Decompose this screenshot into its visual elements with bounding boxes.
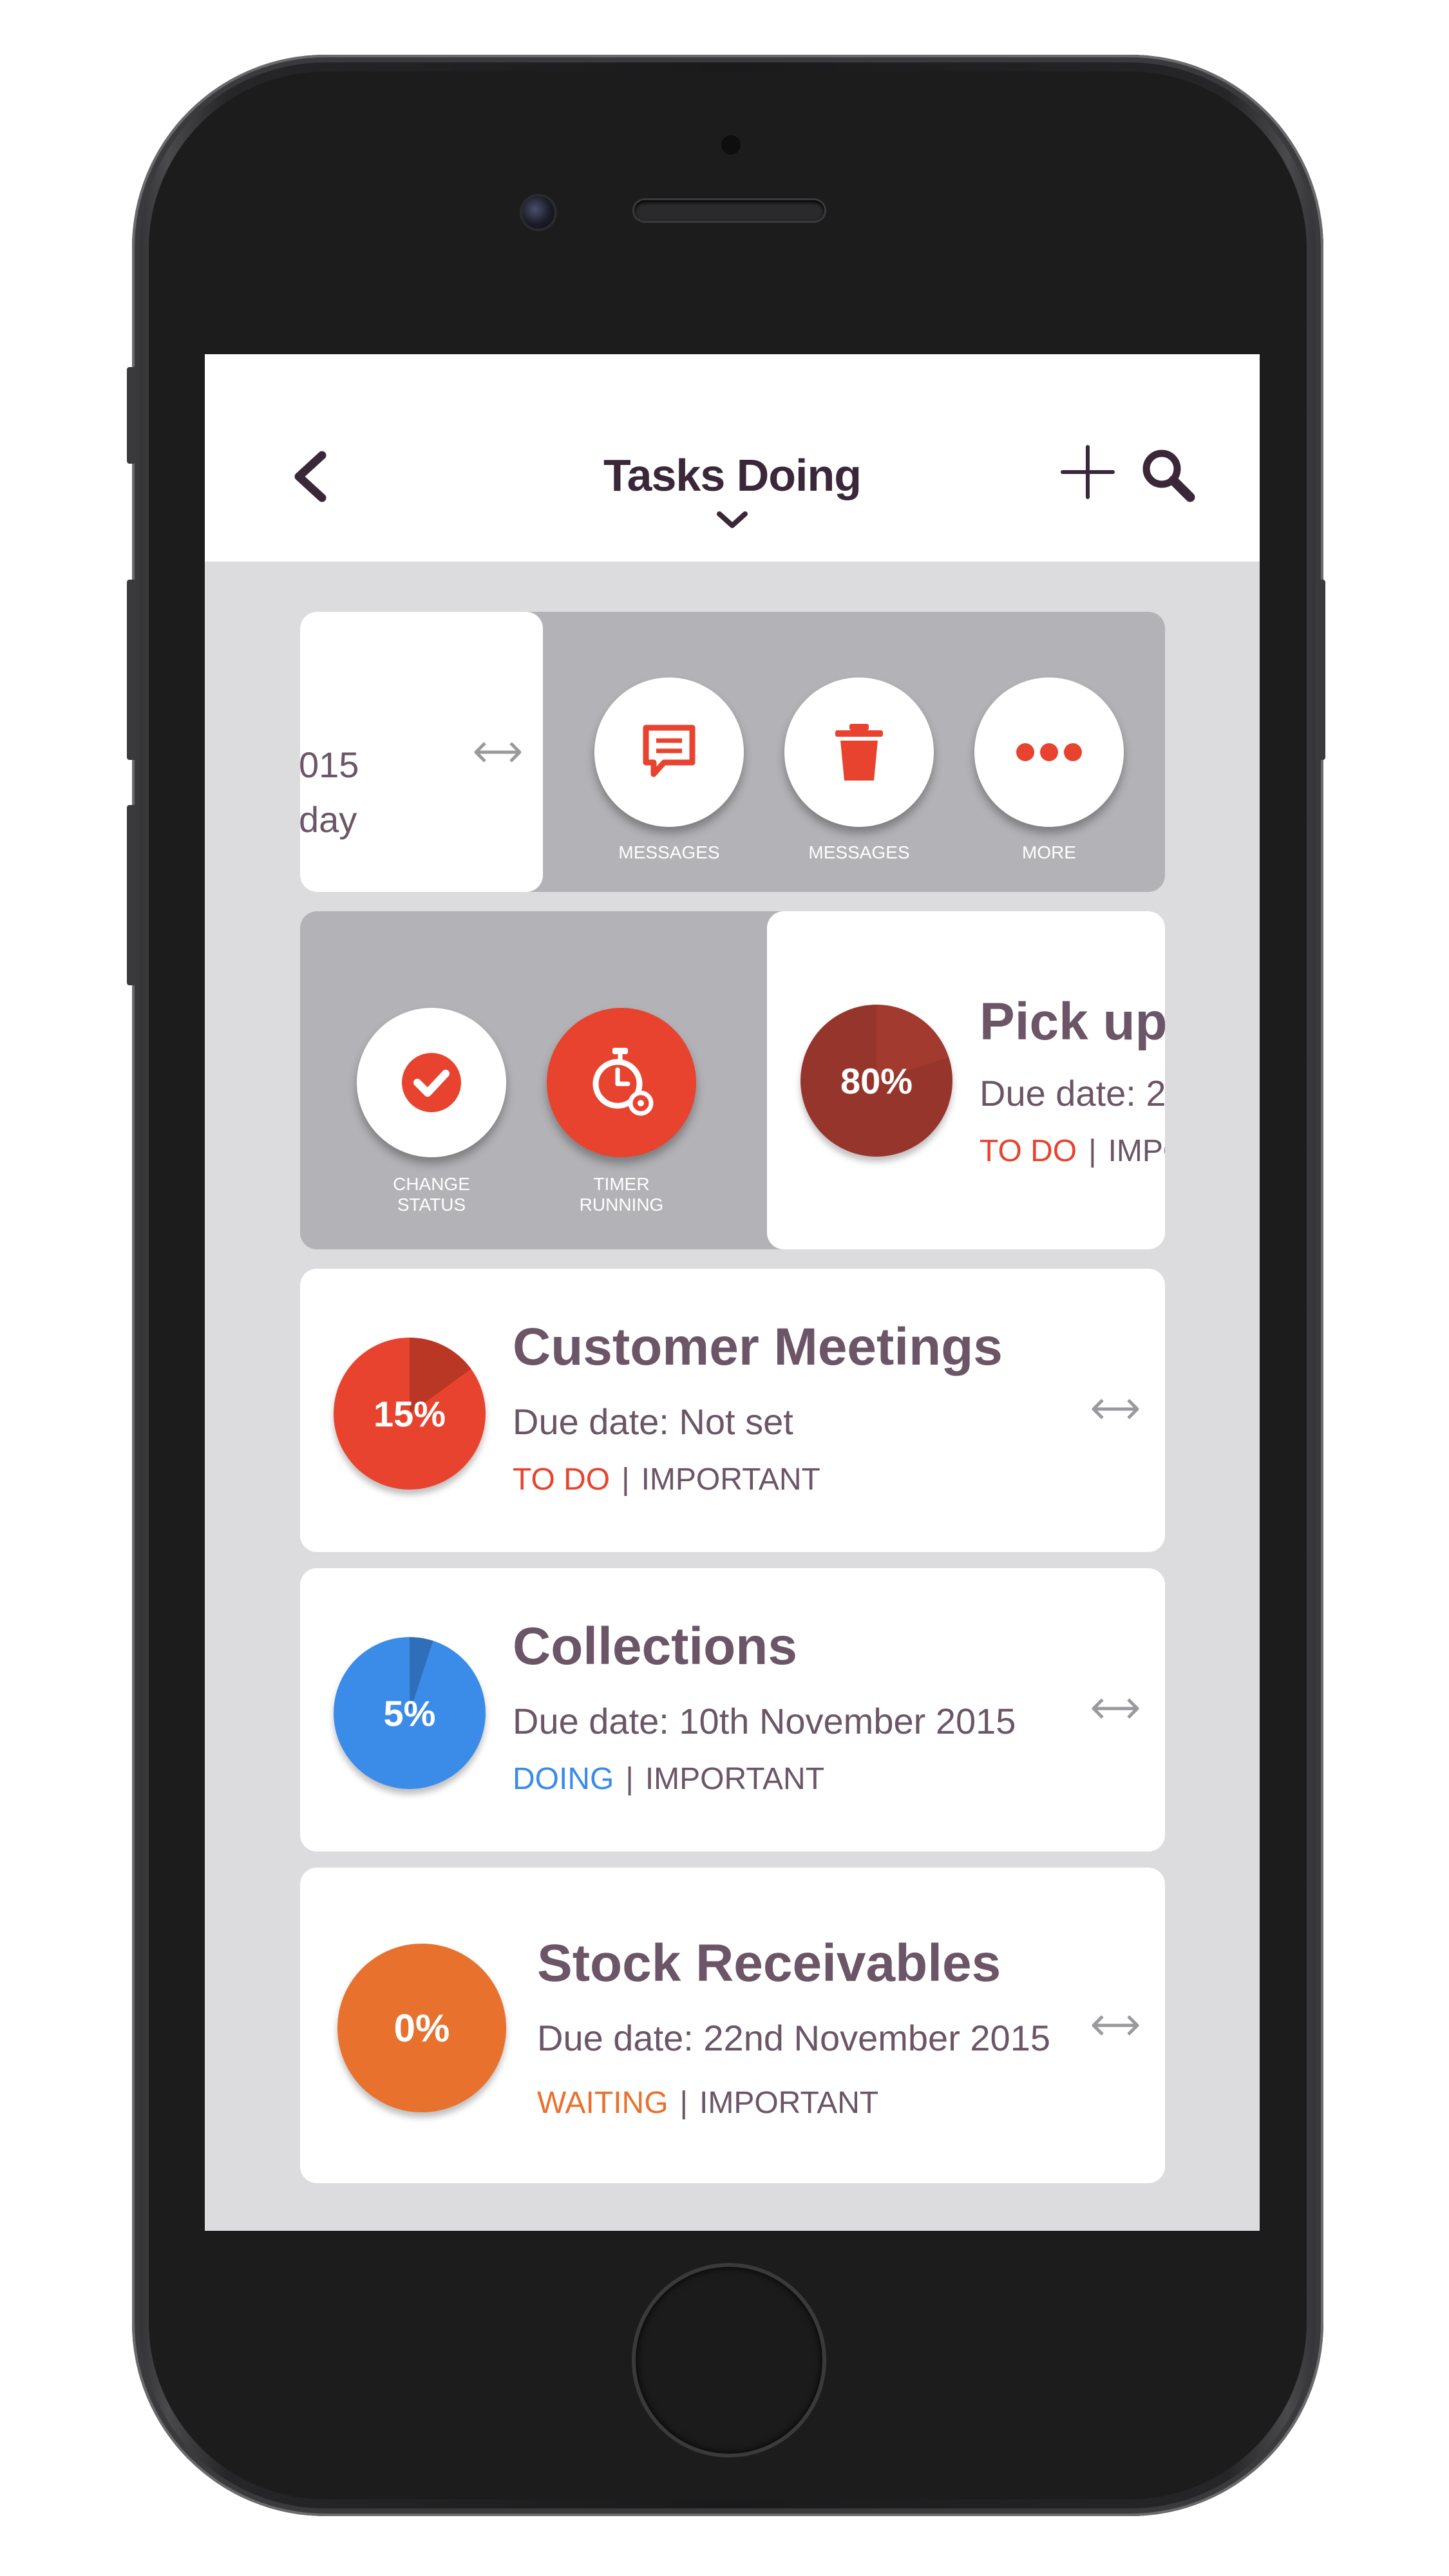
task-title: Customer Meetings	[513, 1318, 1003, 1376]
priority-label: IMPORTANT	[645, 1762, 825, 1796]
swipe-arrows-icon[interactable]	[1088, 1696, 1142, 1721]
progress-pie: 15%	[334, 1338, 486, 1490]
due-date: Due date: 10th November 2015	[513, 1701, 1016, 1741]
status-label: TO DO	[980, 1134, 1077, 1168]
priority-label: IMPORTANT	[641, 1463, 820, 1497]
task-card[interactable]: 0% Stock Receivables Due date: 22nd Nove…	[300, 1868, 1165, 2183]
messages-label: MESSAGES	[618, 842, 720, 862]
chevron-down-icon[interactable]	[713, 507, 752, 533]
more-button[interactable]	[974, 677, 1124, 827]
messages-button[interactable]	[594, 677, 744, 827]
progress-label: 5%	[383, 1692, 436, 1734]
volume-up-button	[127, 580, 137, 760]
progress-label: 15%	[373, 1393, 446, 1434]
message-icon	[643, 724, 696, 777]
task-title: Stock Receivables	[537, 1934, 1001, 1993]
task-card[interactable]: 5% Collections Due date: 10th November 2…	[300, 1568, 1165, 1852]
timer-running-label: TIMER RUNNING	[579, 1174, 664, 1215]
due-date: Due date: 2	[980, 1073, 1165, 1113]
progress-label: 80%	[840, 1060, 913, 1101]
power-button	[1315, 580, 1325, 760]
timer-icon	[592, 1048, 654, 1116]
task-title: Collections	[513, 1617, 797, 1676]
swipe-arrows-icon[interactable]	[1088, 2012, 1142, 2038]
earpiece-speaker	[634, 200, 824, 221]
front-camera	[522, 196, 554, 229]
task-card-partial[interactable]: 015 day	[300, 612, 543, 892]
volume-down-button	[127, 805, 137, 985]
change-status-label: CHANGE STATUS	[393, 1174, 470, 1215]
add-icon[interactable]	[1060, 444, 1115, 500]
due-date: Due date: Not set	[513, 1401, 793, 1442]
app-screen: Tasks Doing 015 day MESSAGES MESSAGES MO…	[205, 354, 1260, 2231]
task-title: Pick up	[980, 992, 1165, 1051]
delete-button[interactable]	[784, 677, 934, 827]
swipe-arrows-icon[interactable]	[471, 739, 525, 765]
proximity-sensor	[721, 135, 741, 155]
task-card-actions-revealed[interactable]: 015 day MESSAGES MESSAGES MORE	[300, 612, 1165, 892]
task-meta: TO DO|IMPO	[980, 1133, 1165, 1169]
more-label: MORE	[1022, 842, 1076, 862]
delete-label: MESSAGES	[808, 842, 910, 862]
progress-pie: 5%	[334, 1637, 486, 1789]
progress-label: 0%	[393, 2006, 450, 2050]
due-date-fragment: 015	[300, 744, 359, 785]
task-card-pick-up[interactable]: 80% Pick up Due date: 2 TO DO|IMPO	[767, 911, 1165, 1249]
trash-icon	[835, 724, 883, 781]
due-date: Due date: 22nd November 2015	[537, 2018, 1050, 2058]
task-card[interactable]: 15% Customer Meetings Due date: Not set …	[300, 1269, 1165, 1552]
status-label: WAITING	[537, 2086, 668, 2120]
search-icon[interactable]	[1139, 446, 1197, 504]
swipe-arrows-icon[interactable]	[1088, 1396, 1142, 1422]
priority-label: IMPORTANT	[699, 2086, 879, 2120]
priority-label: IMPO	[1108, 1134, 1165, 1168]
navigation-bar: Tasks Doing	[205, 354, 1260, 562]
more-icon	[1016, 743, 1082, 761]
task-card-swiped-right[interactable]: CHANGE STATUS TIMER RUNNING 80% Pick up	[300, 911, 1165, 1249]
silent-switch	[127, 367, 137, 464]
status-label: DOING	[513, 1762, 614, 1796]
progress-pie: 80%	[800, 1005, 952, 1157]
day-fragment: day	[300, 799, 357, 840]
timer-running-button[interactable]	[547, 1008, 696, 1157]
status-label: TO DO	[513, 1463, 611, 1497]
task-meta: TO DO | IMPORTANT	[513, 1463, 820, 1497]
progress-pie: 0%	[337, 1944, 506, 2112]
task-meta: WAITING | IMPORTANT	[537, 2086, 879, 2120]
home-button[interactable]	[636, 2267, 822, 2454]
check-icon	[402, 1053, 461, 1112]
change-status-button[interactable]	[357, 1008, 506, 1157]
task-meta: DOING | IMPORTANT	[513, 1762, 825, 1796]
